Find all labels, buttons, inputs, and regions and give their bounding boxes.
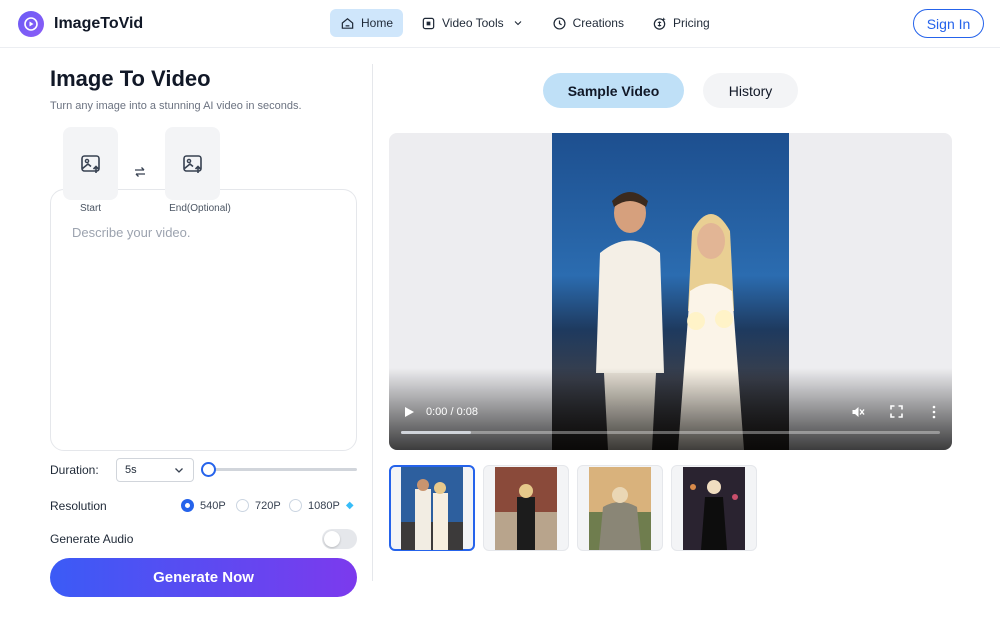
nav-home[interactable]: Home: [330, 9, 404, 37]
brand-name: ImageToVid: [54, 15, 144, 32]
image-upload-icon: [182, 154, 202, 173]
thumbnail-image: [589, 466, 651, 550]
toggle-knob: [324, 531, 340, 547]
upload-start-label: Start: [79, 203, 102, 214]
video-tools-icon: [422, 17, 435, 29]
thumbnail-image: [683, 466, 745, 550]
resolution-option-1080p[interactable]: 1080P ◆: [289, 499, 354, 512]
chevron-down-icon: [175, 468, 183, 473]
upload-end-tile[interactable]: [165, 127, 220, 200]
video-progress-track[interactable]: [401, 431, 940, 434]
duration-slider-track[interactable]: [208, 468, 357, 471]
page-title: Image To Video: [50, 66, 211, 91]
home-icon: [341, 17, 354, 29]
sign-in-button[interactable]: Sign In: [913, 9, 984, 38]
nav-pricing-label: Pricing: [672, 16, 710, 30]
duration-label: Duration:: [50, 463, 99, 477]
sample-thumbnail-2[interactable]: [483, 465, 569, 551]
radio-540p[interactable]: [181, 499, 194, 512]
nav-creations[interactable]: Creations: [542, 9, 634, 37]
prompt-input[interactable]: [72, 225, 342, 240]
play-icon[interactable]: [403, 406, 415, 418]
mute-icon[interactable]: [851, 405, 865, 419]
upload-start-tile[interactable]: [63, 127, 118, 200]
radio-720p[interactable]: [236, 499, 249, 512]
more-options-icon[interactable]: [929, 405, 939, 419]
thumbnail-image: [495, 466, 557, 550]
resolution-option-720p[interactable]: 720P: [236, 499, 281, 512]
resolution-720p-label: 720P: [255, 499, 281, 512]
thumbnail-image: [401, 466, 463, 550]
audio-toggle[interactable]: [322, 529, 357, 549]
video-progress-fill: [401, 431, 472, 434]
diamond-icon: ◆: [345, 500, 354, 511]
nav-video-tools[interactable]: Video Tools: [411, 9, 534, 37]
resolution-label: Resolution: [50, 499, 107, 513]
video-controls: 0:00 / 0:08: [389, 400, 952, 440]
brand[interactable]: ImageToVid: [18, 11, 143, 37]
duration-value: 5s: [125, 464, 137, 476]
pricing-icon: [653, 16, 666, 30]
generate-now-button[interactable]: Generate Now: [50, 558, 357, 597]
clock-icon: [553, 16, 566, 30]
tab-sample-video[interactable]: Sample Video: [543, 73, 684, 108]
panel-divider: [372, 64, 373, 581]
radio-1080p[interactable]: [289, 499, 302, 512]
upload-end-label: End(Optional): [169, 203, 231, 214]
fullscreen-icon[interactable]: [890, 405, 903, 418]
page-subtitle: Turn any image into a stunning AI video …: [50, 100, 302, 112]
main-nav: Home Video Tools Creations Pricing: [330, 9, 728, 37]
sample-thumbnail-1[interactable]: [389, 465, 475, 551]
nav-creations-label: Creations: [572, 16, 624, 30]
nav-pricing[interactable]: Pricing: [642, 9, 720, 37]
logo-icon: [18, 11, 44, 37]
chevron-down-icon: [514, 21, 522, 26]
nav-video-tools-label: Video Tools: [442, 16, 504, 30]
audio-label: Generate Audio: [50, 532, 134, 546]
top-navbar: ImageToVid Home Video Tools Creations Pr…: [0, 0, 1000, 48]
sample-thumbnail-4[interactable]: [671, 465, 757, 551]
sample-thumbnail-3[interactable]: [577, 465, 663, 551]
swap-arrows-icon[interactable]: [133, 165, 147, 182]
video-time: 0:00 / 0:08: [426, 406, 478, 418]
duration-select[interactable]: 5s: [116, 458, 194, 482]
nav-home-label: Home: [361, 16, 394, 30]
duration-slider-thumb[interactable]: [201, 462, 216, 477]
image-upload-icon: [80, 154, 100, 173]
resolution-1080p-label: 1080P: [308, 499, 340, 512]
resolution-540p-label: 540P: [200, 499, 226, 512]
tab-history[interactable]: History: [703, 73, 798, 108]
resolution-option-540p[interactable]: 540P: [181, 499, 226, 512]
